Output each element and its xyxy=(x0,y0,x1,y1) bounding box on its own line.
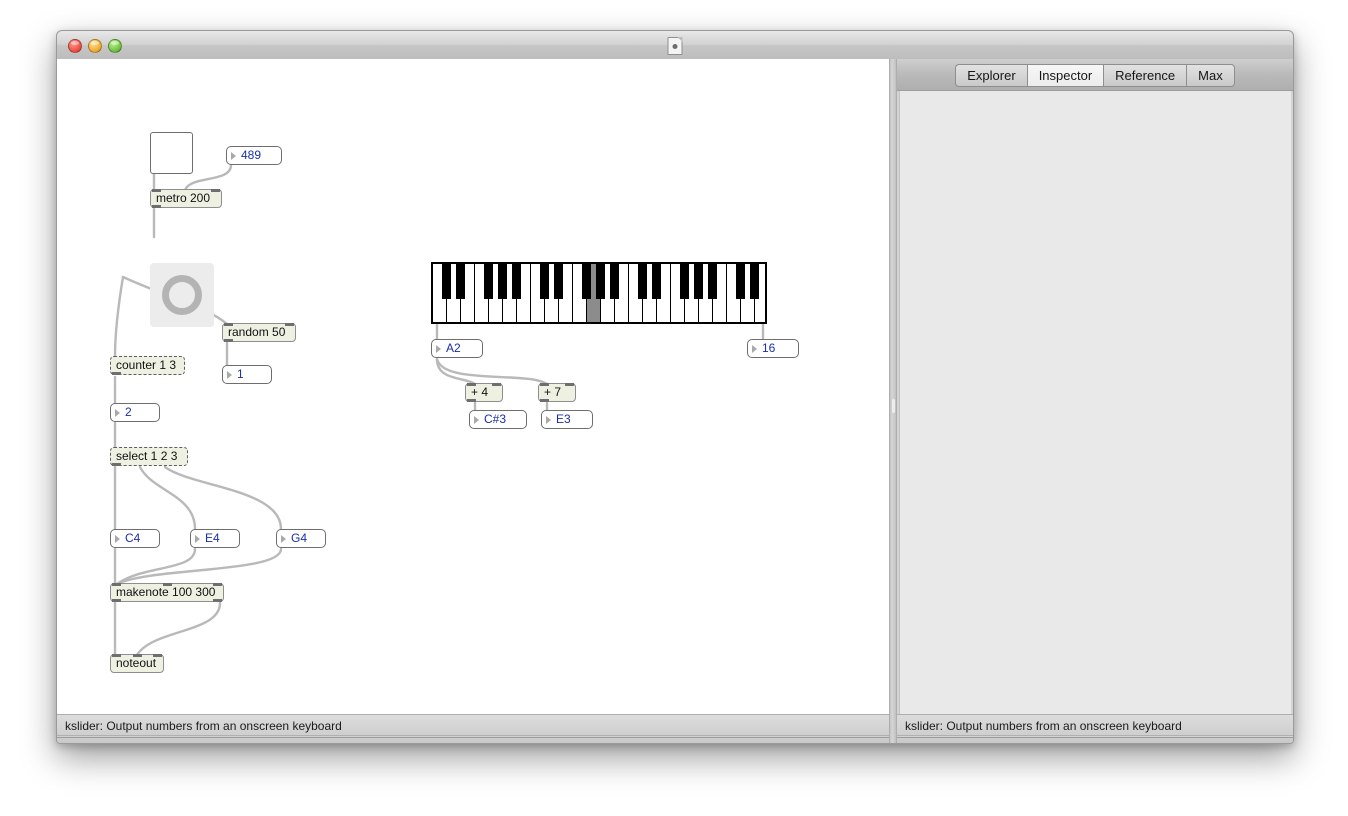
outlet[interactable] xyxy=(467,399,476,402)
window-zoom-button[interactable] xyxy=(108,39,122,53)
side-panel-status-bar: kslider: Output numbers from an onscreen… xyxy=(897,714,1293,736)
outlet[interactable] xyxy=(112,463,121,466)
kslider-pitch-value: A2 xyxy=(446,341,461,355)
tab-reference[interactable]: Reference xyxy=(1103,64,1187,87)
window-body: 489 metro 200 random 50 1 counter 1 3 2 … xyxy=(57,59,1293,743)
tab-inspector[interactable]: Inspector xyxy=(1026,64,1104,87)
inlet[interactable] xyxy=(152,189,161,192)
bang-object[interactable] xyxy=(150,263,214,327)
plus-seven-text: + 7 xyxy=(544,385,562,399)
random-output-numbox[interactable]: 1 xyxy=(222,365,272,384)
bang-circle-icon xyxy=(162,275,202,315)
panel-splitter[interactable] xyxy=(889,59,897,743)
makenote-object[interactable]: makenote 100 300 xyxy=(110,583,224,602)
max-patcher-window: 489 metro 200 random 50 1 counter 1 3 2 … xyxy=(56,30,1294,744)
plus-seven-output-numbox[interactable]: E3 xyxy=(541,410,593,429)
inlet[interactable] xyxy=(153,654,162,657)
plus-four-output-numbox[interactable]: C#3 xyxy=(469,410,527,429)
inlet[interactable] xyxy=(467,383,476,386)
inlet[interactable] xyxy=(133,654,142,657)
numbox-triangle-icon xyxy=(546,416,551,424)
inlet[interactable] xyxy=(492,383,501,386)
message-c4-value: C4 xyxy=(125,531,141,545)
numbox-triangle-icon xyxy=(752,345,757,353)
window-minimize-button[interactable] xyxy=(88,39,102,53)
select-object-text: select 1 2 3 xyxy=(116,449,178,463)
inlet[interactable] xyxy=(112,654,121,657)
counter-object-text: counter 1 3 xyxy=(116,358,177,372)
tab-max[interactable]: Max xyxy=(1186,64,1235,87)
side-panel: Explorer Inspector Reference Max kslider… xyxy=(897,59,1293,743)
numbox-triangle-icon xyxy=(227,371,232,379)
inlet[interactable] xyxy=(285,323,294,326)
metro-interval-numbox[interactable]: 489 xyxy=(226,146,282,165)
kslider-velocity-numbox[interactable]: 16 xyxy=(747,339,799,358)
noteout-object-text: noteout xyxy=(116,656,157,670)
patcher-canvas[interactable]: 489 metro 200 random 50 1 counter 1 3 2 … xyxy=(57,59,889,714)
noteout-object[interactable]: noteout xyxy=(110,654,164,673)
plus-four-text: + 4 xyxy=(471,385,489,399)
inlet[interactable] xyxy=(211,189,220,192)
inlet[interactable] xyxy=(540,383,549,386)
side-panel-toolbar: @ xyxy=(897,737,1293,743)
counter-output-value: 2 xyxy=(125,405,132,419)
message-e4-value: E4 xyxy=(205,531,220,545)
random-object-text: random 50 xyxy=(228,325,286,339)
outlet[interactable] xyxy=(152,205,161,208)
inlet[interactable] xyxy=(213,583,222,586)
makenote-object-text: makenote 100 300 xyxy=(116,585,216,599)
outlet[interactable] xyxy=(112,599,121,602)
plus-four-object[interactable]: + 4 xyxy=(465,383,503,402)
message-c4[interactable]: C4 xyxy=(110,529,160,548)
inlet[interactable] xyxy=(163,583,172,586)
kslider-velocity-value: 16 xyxy=(762,341,776,355)
numbox-triangle-icon xyxy=(474,416,479,424)
random-object[interactable]: random 50 xyxy=(222,323,296,342)
outlet[interactable] xyxy=(224,339,233,342)
side-panel-tabs: Explorer Inspector Reference Max xyxy=(897,59,1293,91)
numbox-triangle-icon xyxy=(195,535,200,543)
metro-object[interactable]: metro 200 xyxy=(150,189,222,208)
outlet[interactable] xyxy=(112,372,121,375)
numbox-triangle-icon xyxy=(231,152,236,160)
inlet[interactable] xyxy=(224,323,233,326)
numbox-triangle-icon xyxy=(281,535,286,543)
patcher-toolbar xyxy=(57,737,889,743)
tab-explorer[interactable]: Explorer xyxy=(955,64,1027,87)
kslider-pitch-numbox[interactable]: A2 xyxy=(431,339,483,358)
plus-four-output-value: C#3 xyxy=(484,412,507,426)
numbox-triangle-icon xyxy=(115,409,120,417)
message-e4[interactable]: E4 xyxy=(190,529,240,548)
window-titlebar[interactable] xyxy=(57,31,1293,60)
screenshot-root: 489 metro 200 random 50 1 counter 1 3 2 … xyxy=(0,0,1348,816)
numbox-triangle-icon xyxy=(115,535,120,543)
inlet[interactable] xyxy=(112,583,121,586)
message-g4[interactable]: G4 xyxy=(276,529,326,548)
patcher-status-bar: kslider: Output numbers from an onscreen… xyxy=(57,714,889,736)
numbox-triangle-icon xyxy=(436,345,441,353)
window-close-button[interactable] xyxy=(68,39,82,53)
splitter-grip[interactable] xyxy=(892,399,895,413)
inspector-content-area[interactable] xyxy=(899,91,1291,714)
metro-object-text: metro 200 xyxy=(156,191,211,205)
plus-seven-object[interactable]: + 7 xyxy=(538,383,576,402)
select-object[interactable]: select 1 2 3 xyxy=(110,447,188,466)
kslider-object[interactable] xyxy=(431,262,767,324)
metro-interval-value: 489 xyxy=(241,148,262,162)
counter-output-numbox[interactable]: 2 xyxy=(110,403,160,422)
counter-object[interactable]: counter 1 3 xyxy=(110,356,185,375)
random-output-value: 1 xyxy=(237,367,244,381)
outlet[interactable] xyxy=(540,399,549,402)
outlet[interactable] xyxy=(213,599,222,602)
plus-seven-output-value: E3 xyxy=(556,412,571,426)
message-g4-value: G4 xyxy=(291,531,308,545)
toggle-object[interactable] xyxy=(150,132,193,174)
document-icon xyxy=(667,37,683,55)
inlet[interactable] xyxy=(565,383,574,386)
